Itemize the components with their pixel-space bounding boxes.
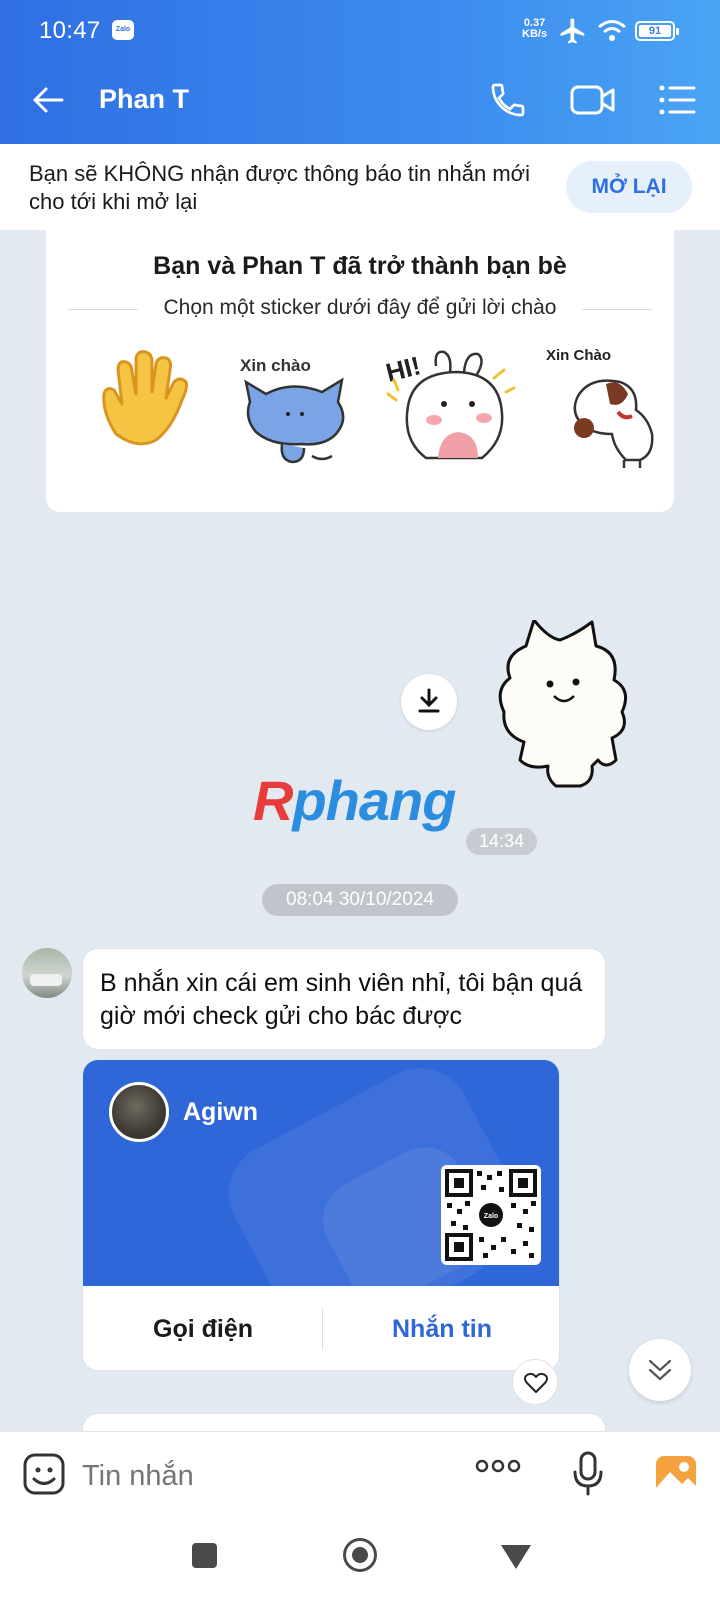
- call-contact-button[interactable]: Gọi điện: [83, 1286, 323, 1370]
- puppy-sticker[interactable]: [562, 368, 658, 468]
- friend-card-subtitle: Chọn một sticker dưới đây để gửi lời chà…: [68, 296, 652, 320]
- bunny-hi-sticker[interactable]: [386, 348, 518, 472]
- download-button[interactable]: [401, 674, 457, 730]
- system-back-button[interactable]: [501, 1545, 531, 1569]
- white-cat-sticker[interactable]: [496, 620, 646, 796]
- chat-header: Phan T: [0, 60, 720, 144]
- menu-list-icon[interactable]: [658, 82, 696, 118]
- message-bubble[interactable]: B nhắn xin cái em sinh viên nhỉ, tôi bận…: [82, 948, 606, 1050]
- heart-icon: [524, 1372, 548, 1393]
- waving-hand-sticker[interactable]: [94, 342, 194, 452]
- friend-card-title: Bạn và Phan T đã trở thành bạn bè: [153, 252, 567, 280]
- react-button[interactable]: [512, 1359, 558, 1405]
- qr-code[interactable]: Zalo: [441, 1165, 541, 1265]
- contact-card-actions: Gọi điện Nhắn tin: [83, 1286, 559, 1370]
- microphone-icon[interactable]: [572, 1450, 604, 1498]
- new-friend-card: Bạn và Phan T đã trở thành bạn bè Chọn m…: [46, 230, 674, 512]
- zalo-notification-icon: Zalo: [112, 20, 134, 40]
- watermark-logo: Rphang: [253, 769, 456, 832]
- more-options-icon[interactable]: [474, 1458, 522, 1474]
- status-time: 10:47: [39, 17, 101, 44]
- sticker-emoji-icon[interactable]: [22, 1452, 66, 1496]
- muted-notice-banner: Bạn sẽ KHÔNG nhận được thông báo tin nhắ…: [0, 144, 720, 230]
- blue-cat-sticker[interactable]: [242, 370, 352, 470]
- qr-code-icon: Zalo: [445, 1169, 537, 1261]
- status-bar: 10:47 Zalo 0.37 KB/s 91: [0, 0, 720, 60]
- airplane-icon: [560, 18, 585, 44]
- recent-apps-button[interactable]: [192, 1543, 217, 1568]
- message-input[interactable]: [82, 1454, 442, 1498]
- video-camera-icon[interactable]: [570, 82, 616, 118]
- phone-icon[interactable]: [488, 80, 528, 120]
- image-gallery-icon[interactable]: [654, 1454, 698, 1496]
- puppy-sticker-caption: Xin Chào: [546, 347, 612, 364]
- contact-card-header: Agiwn Zalo: [83, 1060, 559, 1286]
- contact-avatar: [109, 1082, 169, 1142]
- message-composer: [0, 1431, 720, 1519]
- avatar[interactable]: [22, 948, 72, 998]
- contact-name: Agiwn: [183, 1098, 258, 1126]
- network-speed: 0.37 KB/s: [522, 18, 547, 40]
- message-text: B nhắn xin cái em sinh viên nhỉ, tôi bận…: [100, 969, 583, 1030]
- double-chevron-down-icon: [648, 1359, 672, 1381]
- message-contact-button[interactable]: Nhắn tin: [323, 1286, 559, 1370]
- chat-title[interactable]: Phan T: [99, 84, 189, 115]
- sticker-timestamp: 14:34: [466, 828, 537, 855]
- date-divider: 08:04 30/10/2024: [262, 884, 458, 916]
- reopen-button[interactable]: MỞ LẠI: [566, 161, 692, 213]
- back-arrow-icon[interactable]: [30, 82, 66, 118]
- scroll-to-bottom-button[interactable]: [629, 1339, 691, 1401]
- system-nav-bar: [0, 1519, 720, 1600]
- wifi-icon: [598, 20, 626, 41]
- battery-level: 91: [639, 25, 671, 37]
- home-button[interactable]: [343, 1538, 377, 1572]
- network-speed-unit: KB/s: [522, 28, 548, 40]
- battery-icon: 91: [635, 21, 679, 41]
- download-icon: [418, 688, 440, 713]
- qr-zalo-logo: Zalo: [484, 1213, 498, 1220]
- muted-notice-text: Bạn sẽ KHÔNG nhận được thông báo tin nhắ…: [29, 161, 530, 214]
- contact-card[interactable]: Agiwn Zalo Gọi điện Nhắn tin: [82, 1059, 560, 1371]
